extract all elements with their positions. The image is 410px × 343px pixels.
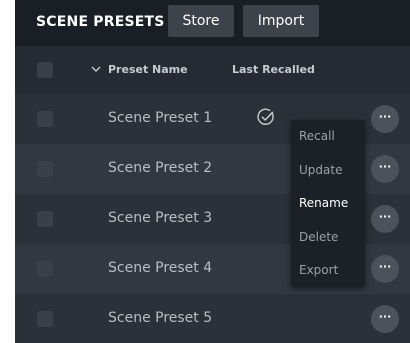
column-last-recalled[interactable]: Last Recalled — [232, 63, 315, 76]
more-options-button[interactable]: ··· — [371, 255, 399, 283]
more-options-button[interactable]: ··· — [371, 305, 399, 333]
row-checkbox[interactable] — [37, 311, 53, 327]
scene-presets-panel: SCENE PRESETS Store Import Preset Name L… — [15, 0, 410, 343]
preset-name: Scene Preset 3 — [108, 210, 213, 226]
check-circle-icon — [257, 108, 274, 125]
import-button[interactable]: Import — [243, 5, 319, 37]
menu-item-delete[interactable]: Delete — [299, 230, 338, 244]
menu-item-recall[interactable]: Recall — [299, 129, 335, 143]
more-options-button[interactable]: ··· — [371, 205, 399, 233]
panel-title: SCENE PRESETS — [36, 14, 165, 30]
more-horizontal-icon: ··· — [378, 260, 392, 273]
row-checkbox[interactable] — [37, 111, 53, 127]
row-checkbox[interactable] — [37, 261, 53, 277]
select-all-checkbox[interactable] — [37, 62, 53, 78]
menu-item-update[interactable]: Update — [299, 163, 342, 177]
more-options-button[interactable]: ··· — [371, 105, 399, 133]
more-options-button[interactable]: ··· — [371, 155, 399, 183]
more-horizontal-icon: ··· — [378, 160, 392, 173]
store-button[interactable]: Store — [168, 5, 234, 37]
preset-name: Scene Preset 5 — [108, 310, 213, 326]
row-checkbox[interactable] — [37, 161, 53, 177]
context-menu: Recall Update Rename Delete Export — [291, 120, 365, 287]
preset-name: Scene Preset 4 — [108, 260, 213, 276]
menu-item-rename[interactable]: Rename — [299, 196, 348, 210]
column-preset-name[interactable]: Preset Name — [108, 63, 188, 76]
row-checkbox[interactable] — [37, 211, 53, 227]
more-horizontal-icon: ··· — [378, 310, 392, 323]
preset-name: Scene Preset 2 — [108, 160, 213, 176]
column-header: Preset Name Last Recalled — [15, 46, 410, 94]
chevron-down-icon[interactable] — [91, 65, 101, 73]
panel-header: SCENE PRESETS Store Import — [15, 0, 410, 46]
menu-item-export[interactable]: Export — [299, 263, 338, 277]
more-horizontal-icon: ··· — [378, 110, 392, 123]
table-row[interactable]: Scene Preset 5 ··· — [15, 294, 410, 343]
more-horizontal-icon: ··· — [378, 210, 392, 223]
preset-name: Scene Preset 1 — [108, 110, 213, 126]
